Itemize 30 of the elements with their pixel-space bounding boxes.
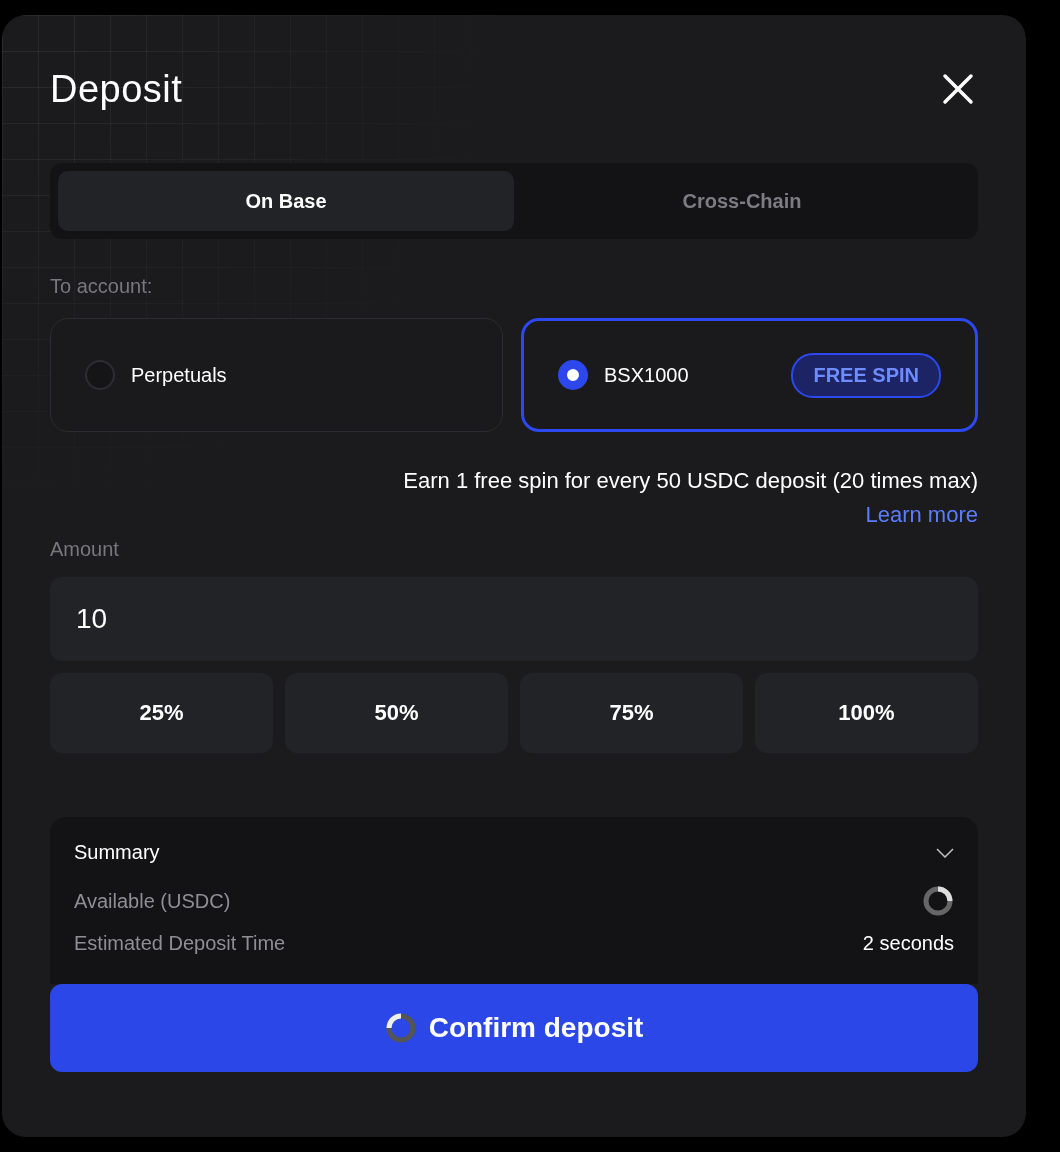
- account-option[interactable]: Perpetuals: [50, 318, 503, 432]
- summary-value: 2 seconds: [862, 931, 954, 955]
- confirm-deposit-button[interactable]: Confirm deposit: [50, 984, 978, 1072]
- amount-input[interactable]: 10: [50, 577, 978, 661]
- summary-label: Estimated Deposit Time: [74, 931, 286, 955]
- percent-button[interactable]: 100%: [755, 673, 978, 753]
- percent-button[interactable]: 25%: [50, 673, 273, 753]
- radio-button[interactable]: [558, 360, 588, 390]
- account-name: BSX1000: [604, 363, 690, 387]
- chevron-icon: [936, 847, 954, 858]
- promo-text: Earn 1 free spin for every 50 USDC deposit (20 times max): [403, 468, 978, 494]
- loading-spinner-icon: [384, 1012, 417, 1044]
- percent-button[interactable]: 75%: [520, 673, 743, 753]
- tab[interactable]: On Base: [58, 171, 514, 231]
- dialog-title: Deposit: [50, 67, 183, 111]
- learn-more-link[interactable]: Learn more: [865, 502, 978, 528]
- summary-title: Summary: [74, 841, 160, 864]
- free-spin-badge: FREE SPIN: [791, 352, 941, 398]
- percent-button[interactable]: 50%: [285, 673, 508, 753]
- account-name: Perpetuals: [131, 363, 228, 387]
- loading-spinner-icon: [922, 885, 954, 917]
- summary-label: Available (USDC): [74, 889, 231, 913]
- close-icon: [942, 73, 974, 105]
- field-label: Amount: [50, 538, 120, 561]
- field-label: To account:: [50, 275, 154, 298]
- radio-button[interactable]: [85, 360, 115, 390]
- tab[interactable]: Cross-Chain: [514, 171, 970, 231]
- close-button[interactable]: [942, 73, 974, 105]
- account-option[interactable]: BSX1000 FREE SPIN: [521, 318, 978, 432]
- collapse-toggle[interactable]: [936, 847, 954, 858]
